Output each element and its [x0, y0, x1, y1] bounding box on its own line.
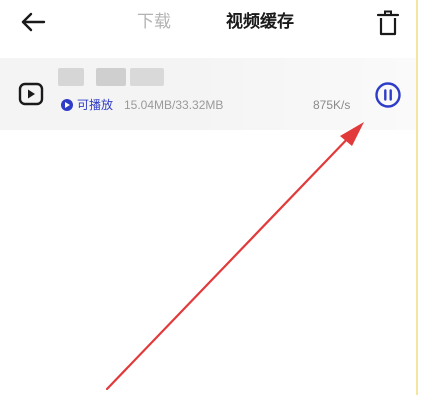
download-speed: 875K/s: [313, 98, 351, 112]
playable-label[interactable]: 可播放: [77, 96, 113, 114]
trash-icon[interactable]: [374, 8, 402, 38]
top-bar: 下载 视频缓存: [0, 0, 422, 46]
pause-icon[interactable]: [374, 81, 402, 109]
tab-download[interactable]: 下载: [137, 10, 171, 34]
download-size: 15.04MB/33.32MB: [124, 98, 224, 112]
video-title-redacted: [58, 68, 166, 86]
back-arrow-icon[interactable]: [18, 8, 50, 36]
page-edge: [416, 0, 418, 395]
video-play-icon: [18, 82, 44, 106]
tab-video-cache[interactable]: 视频缓存: [226, 10, 294, 34]
playable-icon: [61, 99, 73, 111]
